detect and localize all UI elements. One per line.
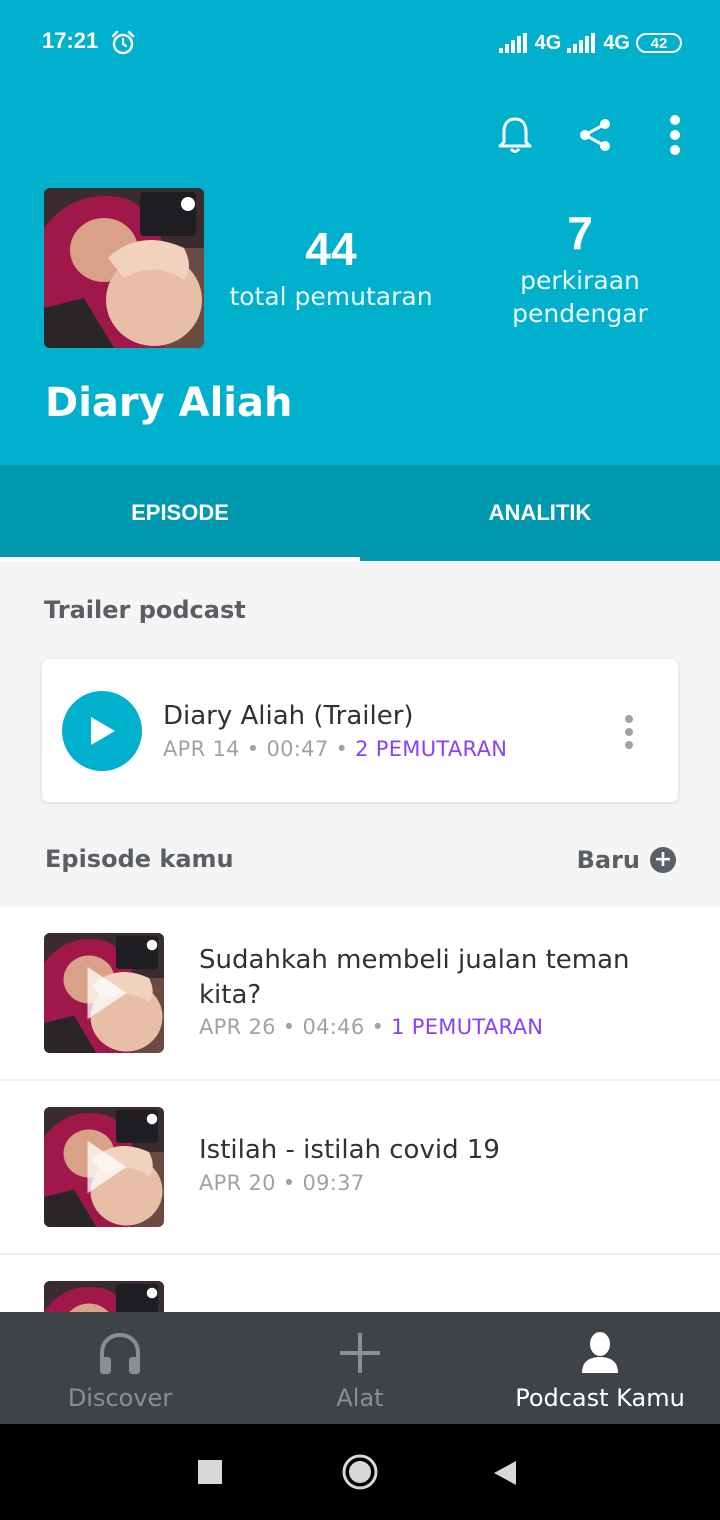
- listeners-label-line2: pendengar: [512, 299, 648, 328]
- episode-duration: 09:37: [302, 1171, 365, 1195]
- episode-info: Sudahkah membeli jualan teman kita? APR …: [199, 943, 680, 1039]
- recents-icon[interactable]: [198, 1460, 222, 1484]
- episode-duration: 00:47: [266, 737, 329, 761]
- nav-podcast-kamu-label: Podcast Kamu: [515, 1384, 685, 1412]
- episode-info: Istilah - istilah covid 19 APR 20 • 09:3…: [199, 1135, 680, 1195]
- system-navigation-bar: [0, 1424, 720, 1520]
- total-plays-stat: 44 total pemutaran: [220, 222, 442, 313]
- trailer-episode-info: Diary Aliah (Trailer) APR 14 • 00:47 • 2…: [163, 701, 507, 761]
- nav-alat[interactable]: Alat: [240, 1312, 480, 1424]
- podcast-title: Diary Aliah: [45, 380, 293, 426]
- listeners-label-line1: perkiraan: [520, 266, 640, 295]
- play-button[interactable]: [62, 691, 142, 771]
- episodes-section-title: Episode kamu: [45, 845, 234, 873]
- list-item[interactable]: Istilah - istilah covid 19 APR 20 • 09:3…: [0, 1081, 720, 1255]
- episode-plays: 1 PEMUTARAN: [391, 1015, 544, 1039]
- active-tab-indicator: [0, 557, 360, 561]
- tab-bar: EPISODE ANALITIK: [0, 465, 720, 561]
- status-indicators: 4G 4G 42: [498, 30, 682, 56]
- episode-duration: 04:46: [302, 1015, 365, 1039]
- alarm-icon: [111, 30, 135, 55]
- back-icon[interactable]: [492, 1459, 518, 1487]
- episode-title: Istilah - istilah covid 19: [199, 1135, 500, 1165]
- more-vert-icon[interactable]: [650, 110, 700, 160]
- tab-analitik[interactable]: ANALITIK: [360, 465, 720, 561]
- battery-icon: 42: [636, 33, 682, 53]
- episode-date: APR 14: [163, 737, 240, 761]
- listeners-stat: 7 perkiraan pendengar: [480, 206, 680, 330]
- nav-alat-label: Alat: [336, 1384, 384, 1412]
- episode-meta: APR 20 • 09:37: [199, 1171, 365, 1195]
- podcast-header: 17:21 4G 4G 42 44 total pemutaran 7 perk…: [0, 0, 720, 465]
- nav-podcast-kamu[interactable]: Podcast Kamu: [480, 1312, 720, 1424]
- status-bar: 17:21 4G 4G 42: [0, 0, 720, 84]
- episode-thumbnail: [44, 933, 164, 1053]
- signal-icon: [498, 33, 529, 53]
- plus-icon: [337, 1330, 383, 1376]
- trailer-section-title: Trailer podcast: [44, 596, 246, 624]
- network-type-1: 4G: [534, 31, 562, 54]
- trailer-episode-title: Diary Aliah (Trailer): [163, 701, 414, 731]
- add-circle-icon: +: [650, 847, 676, 873]
- play-icon: [91, 717, 115, 745]
- bottom-navigation: Discover Alat Podcast Kamu: [0, 1312, 720, 1424]
- new-episode-label: Baru: [576, 846, 640, 874]
- headphones-icon: [97, 1330, 143, 1376]
- tab-episode[interactable]: EPISODE: [0, 465, 360, 561]
- total-plays-label: total pemutaran: [229, 282, 433, 311]
- episode-meta: APR 26 • 04:46 • 1 PEMUTARAN: [199, 1015, 544, 1039]
- person-icon: [577, 1330, 623, 1376]
- list-item[interactable]: [0, 1255, 720, 1312]
- new-episode-button[interactable]: Baru +: [577, 846, 676, 874]
- home-icon[interactable]: [341, 1453, 379, 1491]
- listeners-value: 7: [567, 207, 593, 259]
- episode-options-icon[interactable]: [624, 715, 634, 749]
- signal-icon: [567, 33, 597, 53]
- episode-thumbnail: [44, 1281, 164, 1312]
- bell-icon[interactable]: [490, 110, 540, 160]
- status-time: 17:21: [42, 28, 99, 53]
- episode-plays: 2 PEMUTARAN: [355, 737, 508, 761]
- episode-list: Sudahkah membeli jualan teman kita? APR …: [0, 907, 720, 1312]
- podcast-cover-image[interactable]: [44, 188, 204, 348]
- trailer-episode-meta: APR 14 • 00:47 • 2 PEMUTARAN: [163, 737, 508, 761]
- episode-date: APR 26: [199, 1015, 276, 1039]
- episode-thumbnail: [44, 1107, 164, 1227]
- nav-discover-label: Discover: [67, 1384, 173, 1412]
- network-type-2: 4G: [603, 31, 630, 54]
- share-icon[interactable]: [570, 110, 620, 160]
- episode-date: APR 20: [199, 1171, 276, 1195]
- episode-title: Sudahkah membeli jualan teman kita?: [199, 945, 630, 1010]
- total-plays-value: 44: [305, 223, 357, 275]
- nav-discover[interactable]: Discover: [0, 1312, 240, 1424]
- trailer-episode-card[interactable]: Diary Aliah (Trailer) APR 14 • 00:47 • 2…: [42, 659, 678, 802]
- list-item[interactable]: Sudahkah membeli jualan teman kita? APR …: [0, 907, 720, 1081]
